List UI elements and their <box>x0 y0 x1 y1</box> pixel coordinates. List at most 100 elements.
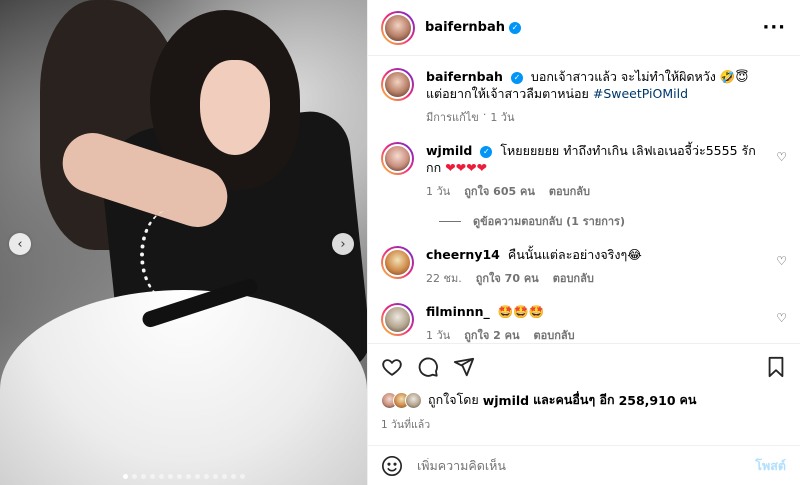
chevron-left-icon: ‹ <box>17 236 23 252</box>
reply-button[interactable]: ตอบกลับ <box>534 326 575 343</box>
comment-text: คืนนั้นแต่ละอย่างจริงๆ😂 <box>507 247 642 262</box>
avatar <box>383 248 412 277</box>
carousel-dot <box>230 474 236 479</box>
comment-item: wjmild ✓ โหยยยยยย ทำถึงทำเกิน เลิฟเอเนอจ… <box>381 142 787 200</box>
comment-likes[interactable]: ถูกใจ 70 คน <box>476 269 539 287</box>
post-media[interactable]: ‹ › <box>0 0 367 485</box>
likes-summary: ถูกใจโดย wjmild และคนอื่นๆ อีก 258,910 ค… <box>381 390 786 410</box>
comment-time[interactable]: 1 วัน <box>426 326 450 343</box>
carousel-dot <box>185 474 191 479</box>
comment-avatar-ring[interactable] <box>381 303 414 336</box>
chevron-right-icon: › <box>340 236 346 252</box>
carousel-dot <box>131 474 137 479</box>
comment-likes[interactable]: ถูกใจ 2 คน <box>464 326 519 343</box>
comment-text-line: cheerny14 คืนนั้นแต่ละอย่างจริงๆ😂 <box>426 246 765 263</box>
comment-icon[interactable] <box>417 356 439 378</box>
edited-label: มีการแก้ไข <box>426 111 479 124</box>
comment-body: cheerny14 คืนนั้นแต่ละอย่างจริงๆ😂 22 ชม.… <box>426 246 787 287</box>
comment-time[interactable]: 1 วัน <box>426 182 450 200</box>
avatar <box>383 144 412 173</box>
like-comment-heart-icon[interactable]: ♡ <box>776 150 787 164</box>
red-hearts: ❤❤❤❤ <box>445 160 488 175</box>
comment-item: filminnn_ 🤩🤩🤩 1 วัน ถูกใจ 2 คน ตอบกลับ ♡ <box>381 303 787 343</box>
author-avatar-ring[interactable] <box>381 10 415 45</box>
emoji-icon[interactable] <box>381 455 403 477</box>
avatar <box>405 391 422 409</box>
comment-avatar-ring[interactable] <box>381 142 414 175</box>
replies-dash <box>439 220 461 222</box>
carousel-dot <box>212 474 218 479</box>
carousel-prev-button[interactable]: ‹ <box>9 233 31 255</box>
comment-text-line: filminnn_ 🤩🤩🤩 <box>426 303 765 320</box>
comment-input[interactable] <box>417 458 756 473</box>
comment-username[interactable]: cheerny14 <box>426 247 500 262</box>
carousel-dot <box>176 474 182 479</box>
photo-dress <box>0 290 367 485</box>
caption-time[interactable]: 1 วัน <box>490 108 514 126</box>
caption-hashtag[interactable]: #SweetPiOMild <box>593 86 688 101</box>
likes-count[interactable]: 258,910 <box>619 393 676 408</box>
caption-avatar-ring[interactable] <box>381 68 414 101</box>
carousel-dot <box>194 474 200 479</box>
comment-meta: 22 ชม. ถูกใจ 70 คน ตอบกลับ <box>426 269 765 287</box>
carousel-next-button[interactable]: › <box>332 233 354 255</box>
reply-button[interactable]: ตอบกลับ <box>549 182 590 200</box>
likes-suffix: คน <box>679 392 697 407</box>
comment-username[interactable]: filminnn_ <box>426 304 490 319</box>
carousel-indicator <box>0 474 367 479</box>
comment-body: wjmild ✓ โหยยยยยย ทำถึงทำเกิน เลิฟเอเนอจ… <box>426 142 787 200</box>
post-side-panel: baifernbah ✓ ··· baifernbah ✓ บอกเจ้าสาว… <box>367 0 800 485</box>
verified-badge-icon: ✓ <box>509 21 522 34</box>
avatar <box>383 12 413 43</box>
comment-username[interactable]: wjmild <box>426 143 472 158</box>
carousel-dot <box>239 474 245 479</box>
carousel-dot <box>149 474 155 479</box>
post-dialog: ‹ › baifernbah ✓ ··· baifernbah ✓ บอกเจ้… <box>0 0 800 485</box>
avatar <box>383 305 412 334</box>
verified-badge-icon: ✓ <box>480 145 493 158</box>
liked-by-user[interactable]: wjmild <box>483 393 529 408</box>
like-comment-heart-icon[interactable]: ♡ <box>776 254 787 268</box>
view-replies-label: ดูข้อความตอบกลับ (1 รายการ) <box>473 215 625 228</box>
add-comment-bar: โพสต์ <box>368 445 800 485</box>
comments-list[interactable]: baifernbah ✓ บอกเจ้าสาวแล้ว จะไม่ทำให้ผิ… <box>368 56 800 343</box>
carousel-dot <box>221 474 227 479</box>
comment-body: filminnn_ 🤩🤩🤩 1 วัน ถูกใจ 2 คน ตอบกลับ <box>426 303 787 343</box>
carousel-dot <box>158 474 164 479</box>
view-replies-button[interactable]: ดูข้อความตอบกลับ (1 รายการ) <box>439 212 787 230</box>
bookmark-icon[interactable] <box>766 356 786 378</box>
comment-meta: 1 วัน ถูกใจ 2 คน ตอบกลับ <box>426 326 765 343</box>
carousel-dot <box>140 474 146 479</box>
caption-username[interactable]: baifernbah <box>426 69 503 84</box>
meta-separator: · <box>482 108 487 121</box>
like-comment-heart-icon[interactable]: ♡ <box>776 311 787 325</box>
comment-text: 🤩🤩🤩 <box>497 304 545 319</box>
photo-face <box>200 60 270 155</box>
comment-text-line: wjmild ✓ โหยยยยยย ทำถึงทำเกิน เลิฟเอเนอจ… <box>426 142 765 176</box>
post-header: baifernbah ✓ ··· <box>368 0 800 56</box>
reply-button[interactable]: ตอบกลับ <box>553 269 594 287</box>
comment-likes[interactable]: ถูกใจ 605 คน <box>464 182 535 200</box>
comment-avatar-ring[interactable] <box>381 246 414 279</box>
post-time[interactable]: 1 วันที่แล้ว <box>381 416 786 433</box>
carousel-dot <box>167 474 173 479</box>
action-icon-bar <box>381 354 786 380</box>
heart-icon[interactable] <box>381 356 403 378</box>
liker-avatars <box>381 391 422 409</box>
caption-text-line: baifernbah ✓ บอกเจ้าสาวแล้ว จะไม่ทำให้ผิ… <box>426 68 765 102</box>
more-options-icon[interactable]: ··· <box>762 18 786 36</box>
post-comment-button[interactable]: โพสต์ <box>755 456 786 476</box>
comment-item: cheerny14 คืนนั้นแต่ละอย่างจริงๆ😂 22 ชม.… <box>381 246 787 287</box>
caption: baifernbah ✓ บอกเจ้าสาวแล้ว จะไม่ทำให้ผิ… <box>381 68 787 126</box>
likes-prefix: ถูกใจโดย <box>428 392 479 407</box>
author-username[interactable]: baifernbah <box>425 20 505 35</box>
photo-pearls <box>140 210 200 300</box>
caption-body: baifernbah ✓ บอกเจ้าสาวแล้ว จะไม่ทำให้ผิ… <box>426 68 787 126</box>
likes-middle[interactable]: และคนอื่นๆ อีก <box>533 390 615 410</box>
verified-badge-icon: ✓ <box>510 71 523 84</box>
share-icon[interactable] <box>453 356 475 378</box>
carousel-dot <box>122 474 128 479</box>
comment-time[interactable]: 22 ชม. <box>426 269 462 287</box>
carousel-dot <box>203 474 209 479</box>
comment-meta: 1 วัน ถูกใจ 605 คน ตอบกลับ <box>426 182 765 200</box>
